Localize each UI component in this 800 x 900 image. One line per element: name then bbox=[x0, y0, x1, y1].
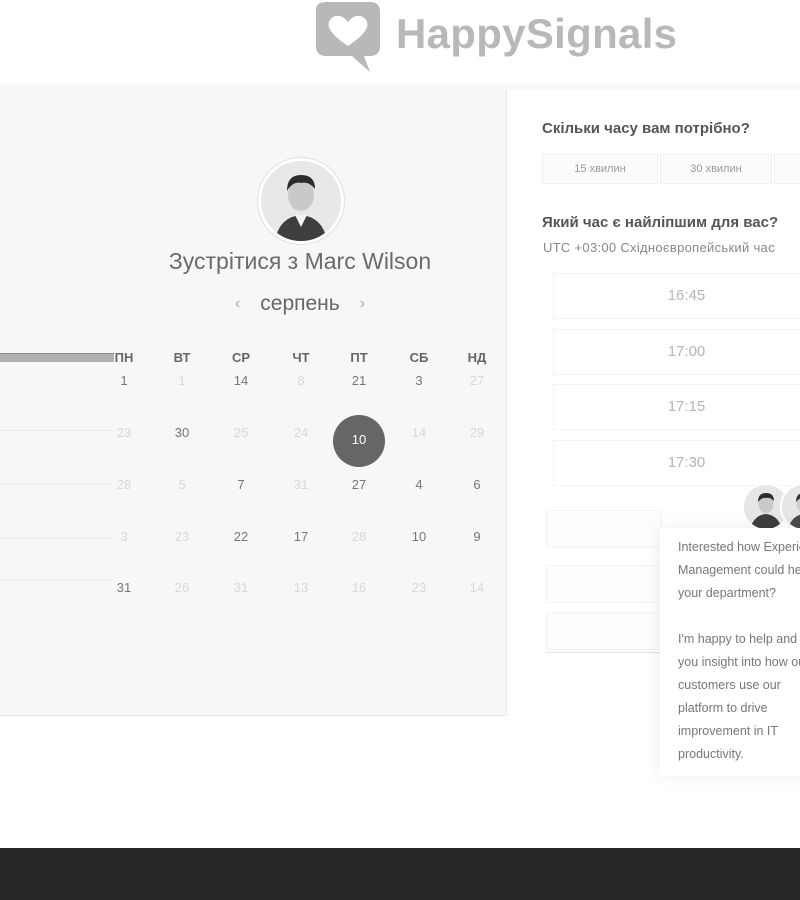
host-avatar bbox=[258, 158, 344, 244]
calendar-day[interactable]: 9 bbox=[457, 529, 497, 544]
time-question: Який час є найліпшим для вас? bbox=[542, 214, 779, 231]
calendar-day[interactable]: 7 bbox=[221, 477, 261, 492]
calendar-day[interactable]: 30 bbox=[162, 425, 202, 440]
calendar-day: 5 bbox=[178, 477, 186, 492]
time-slot[interactable]: 17:30 bbox=[553, 440, 800, 486]
calendar-day: 13 bbox=[293, 580, 309, 595]
time-slot[interactable] bbox=[546, 510, 662, 548]
weekday-label: ПТ bbox=[350, 350, 368, 365]
calendar-day: 8 bbox=[297, 373, 305, 388]
footer bbox=[0, 848, 800, 900]
divider-line bbox=[0, 484, 112, 485]
heart-chat-icon bbox=[316, 2, 380, 72]
calendar-day: 1 bbox=[178, 373, 186, 388]
chevron-left-icon[interactable]: ‹ bbox=[235, 295, 240, 313]
person-icon bbox=[261, 161, 341, 241]
calendar-day: 3 bbox=[120, 529, 128, 544]
calendar-day: 16 bbox=[351, 580, 367, 595]
calendar-day: 25 bbox=[233, 425, 249, 440]
chat-popup[interactable]: Interested how Experience Management cou… bbox=[660, 528, 800, 776]
calendar-day[interactable]: 3 bbox=[399, 373, 439, 388]
weekday-label: ВТ bbox=[173, 350, 191, 365]
divider-line bbox=[0, 538, 112, 539]
calendar-day: 23 bbox=[411, 580, 427, 595]
weekday-label: СР bbox=[231, 350, 251, 365]
weekday-label: ЧТ bbox=[292, 350, 310, 365]
calendar-day[interactable]: 6 bbox=[457, 477, 497, 492]
calendar-day[interactable]: 22 bbox=[221, 529, 261, 544]
timezone-label[interactable]: UTC +03:00 Східноєвропейський час bbox=[543, 240, 775, 255]
meeting-title: Зустрітися з Marc Wilson bbox=[168, 248, 432, 274]
calendar-day[interactable]: 21 bbox=[339, 373, 379, 388]
calendar-day[interactable]: 4 bbox=[399, 477, 439, 492]
calendar-day[interactable]: 10 bbox=[399, 529, 439, 544]
time-slot[interactable] bbox=[546, 612, 662, 650]
calendar-day[interactable]: 27 bbox=[339, 477, 379, 492]
calendar-day: 24 bbox=[293, 425, 309, 440]
selected-day[interactable]: 10 bbox=[333, 415, 385, 467]
duration-question: Скільки часу вам потрібно? bbox=[542, 120, 750, 137]
divider-line bbox=[546, 652, 660, 653]
calendar-day: 31 bbox=[293, 477, 309, 492]
calendar-day: 23 bbox=[116, 425, 132, 440]
duration-30-button[interactable]: 30 хвилин bbox=[660, 154, 772, 184]
calendar-day[interactable]: 14 bbox=[221, 373, 261, 388]
calendar-day: 28 bbox=[351, 529, 367, 544]
calendar-day: 31 bbox=[233, 580, 249, 595]
calendar-day: 23 bbox=[174, 529, 190, 544]
divider-line bbox=[0, 430, 112, 431]
weekday-label: СБ bbox=[409, 350, 429, 365]
calendar-panel bbox=[0, 90, 507, 716]
happysignals-logo[interactable]: HappySignals bbox=[308, 0, 728, 80]
duration-option-button[interactable] bbox=[774, 154, 800, 184]
chevron-right-icon[interactable]: › bbox=[360, 295, 365, 313]
time-slot[interactable]: 16:45 bbox=[553, 273, 800, 319]
calendar-day: 27 bbox=[469, 373, 485, 388]
divider-line bbox=[0, 580, 112, 581]
brand-name: HappySignals bbox=[396, 10, 678, 57]
chat-avatars[interactable] bbox=[742, 483, 800, 531]
chat-message: Interested how Experience Management cou… bbox=[678, 540, 800, 600]
weekday-label: ПН bbox=[114, 350, 134, 365]
calendar-day: 26 bbox=[174, 580, 190, 595]
calendar-day: 28 bbox=[116, 477, 132, 492]
time-slot[interactable] bbox=[546, 565, 662, 603]
chat-message: I'm happy to help and give you insight i… bbox=[678, 632, 800, 761]
calendar-day[interactable]: 31 bbox=[104, 580, 144, 595]
duration-15-button[interactable]: 15 хвилин bbox=[542, 154, 658, 184]
month-navigation: ‹ серпень › bbox=[200, 292, 400, 316]
calendar-day: 14 bbox=[411, 425, 427, 440]
calendar-day[interactable]: 17 bbox=[281, 529, 321, 544]
month-label: серпень bbox=[260, 292, 340, 315]
weekday-label: НД bbox=[467, 350, 487, 365]
calendar-day: 29 bbox=[469, 425, 485, 440]
progress-bar bbox=[0, 353, 114, 362]
person-icon bbox=[782, 485, 800, 529]
time-slot[interactable]: 17:15 bbox=[553, 384, 800, 430]
calendar-day[interactable]: 1 bbox=[104, 373, 144, 388]
time-slot[interactable]: 17:00 bbox=[553, 329, 800, 375]
calendar-day: 14 bbox=[469, 580, 485, 595]
